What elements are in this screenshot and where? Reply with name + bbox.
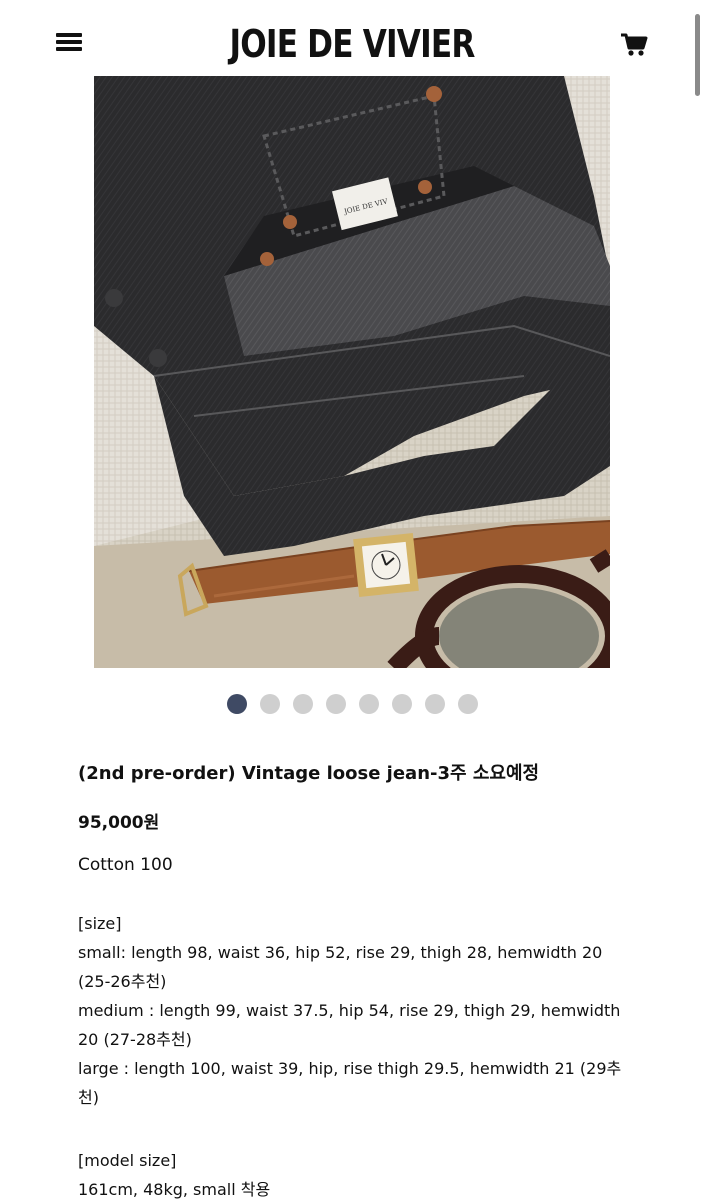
shopping-cart-icon[interactable]	[620, 32, 648, 58]
size-heading: [size]	[78, 914, 122, 933]
product-image[interactable]: JOIE DE VIV	[94, 76, 610, 668]
size-large: large : length 100, waist 39, hip, rise …	[78, 1059, 622, 1107]
product-material: Cotton 100	[78, 855, 173, 875]
image-carousel-dots	[0, 694, 704, 714]
product-details: (2nd pre-order) Vintage loose jean-3주 소요…	[78, 756, 638, 1200]
carousel-dot-4[interactable]	[325, 694, 346, 714]
carousel-dot-5[interactable]	[358, 694, 379, 714]
model-size-detail: 161cm, 48kg, small 착용	[78, 1180, 271, 1199]
carousel-dot-7[interactable]	[424, 694, 445, 714]
model-size-heading: [model size]	[78, 1151, 177, 1170]
carousel-dot-1[interactable]	[226, 694, 247, 714]
brand-logo[interactable]: JOIE DE VIVIER	[63, 22, 640, 66]
site-header: JOIE DE VIVIER	[0, 0, 704, 76]
carousel-dot-3[interactable]	[292, 694, 313, 714]
size-info: [size] small: length 98, waist 36, hip 5…	[78, 909, 638, 1112]
product-price: 95,000원	[78, 813, 160, 833]
model-size-info: [model size] 161cm, 48kg, small 착용	[78, 1146, 638, 1200]
scrollbar[interactable]	[695, 14, 700, 96]
size-small: small: length 98, waist 36, hip 52, rise…	[78, 943, 603, 991]
size-medium: medium : length 99, waist 37.5, hip 54, …	[78, 1001, 621, 1049]
carousel-dot-6[interactable]	[391, 694, 412, 714]
carousel-dot-2[interactable]	[259, 694, 280, 714]
product-title: (2nd pre-order) Vintage loose jean-3주 소요…	[78, 763, 540, 784]
carousel-dot-8[interactable]	[457, 694, 478, 714]
